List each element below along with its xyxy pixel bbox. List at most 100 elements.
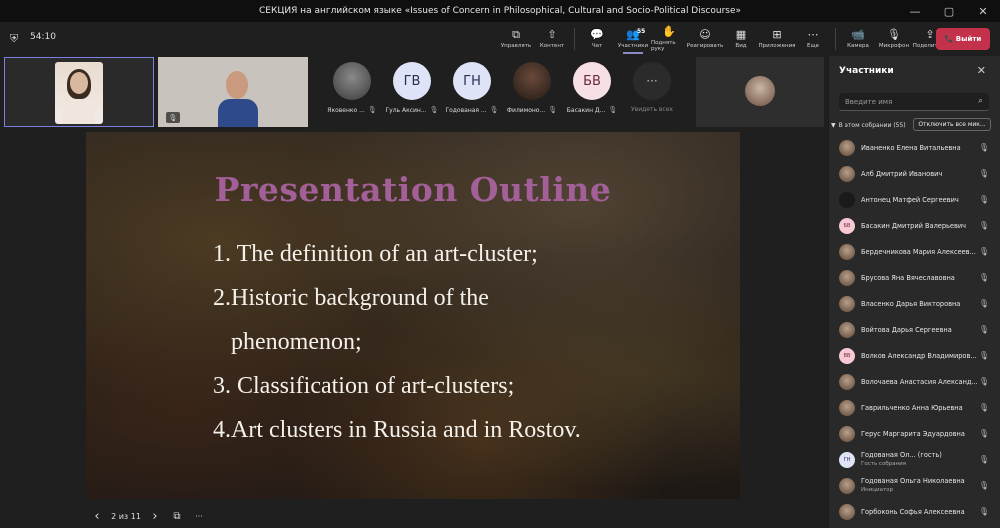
participant-name: Годованая Ольга Николаевна: [861, 477, 965, 485]
manage-label: Управлять: [500, 43, 532, 49]
participant-item[interactable]: Алб Дмитрий Иванович 🎙: [829, 161, 1000, 187]
mute-all-button[interactable]: Отключить все мик...: [913, 118, 991, 131]
participant-item[interactable]: Антонец Матфей Сергеевич 🎙: [829, 187, 1000, 213]
view-button[interactable]: ▦ Вид: [723, 22, 759, 56]
previous-slide-button[interactable]: ‹: [86, 509, 108, 524]
apps-label: Приложения: [758, 43, 796, 49]
mic-off-icon: 🎙: [978, 325, 989, 334]
participant-item[interactable]: ГН Годованая Ол... (гость) Гость собрания 🎙: [829, 447, 1000, 473]
participant-item[interactable]: Войтова Дарья Сергеевна 🎙: [829, 317, 1000, 343]
participants-label: Участники: [617, 43, 649, 49]
participant-item[interactable]: ВВ Волков Александр Владимиров... 🎙: [829, 343, 1000, 369]
participants-list: Иваненко Елена Витальевна 🎙 Алб Дмитрий И…: [829, 135, 1000, 525]
content-icon: ⇧: [547, 28, 557, 41]
leave-label: Выйти: [955, 35, 982, 43]
toolbar-divider: [835, 28, 836, 50]
participant-item[interactable]: БВ Басакин Дмитрий Валерьевич 🎙: [829, 213, 1000, 239]
participants-panel: Участники ✕ Введите имя ⌕ ▼ В этом собра…: [828, 56, 1000, 528]
maximize-button[interactable]: ▢: [932, 0, 966, 22]
mic-off-icon: 🎙: [978, 247, 989, 256]
apps-icon: ⊞: [772, 28, 782, 41]
manage-icon: ⧉: [512, 28, 520, 41]
participant-search-input[interactable]: Введите имя ⌕: [839, 93, 989, 111]
avatar-tile[interactable]: Филимоно... 🎙: [502, 62, 562, 114]
mic-off-icon: 🎙: [548, 106, 558, 114]
avatar-tile[interactable]: БВ Басакин Д... 🎙: [562, 62, 622, 114]
slide-bullet-list: 1. The definition of an art-cluster; 2.H…: [213, 232, 581, 452]
mic-off-icon: 🎙: [978, 143, 989, 152]
view-label: Вид: [735, 43, 747, 49]
video-tile-self[interactable]: [4, 57, 154, 127]
close-window-button[interactable]: ✕: [966, 0, 1000, 22]
participant-item[interactable]: Власенко Дарья Викторовна 🎙: [829, 291, 1000, 317]
avatar-name: Яковенко ...: [327, 106, 365, 114]
participant-role: Инициатор: [861, 487, 894, 493]
avatar: [839, 426, 855, 442]
microphone-button[interactable]: 🎙 Микрофон: [876, 22, 912, 56]
react-label: Реагировать: [686, 43, 724, 49]
participant-item[interactable]: Волочаева Анастасия Александ... 🎙: [829, 369, 1000, 395]
participant-avatar-row: Яковенко ... 🎙 ГВ Гуль Аксин... 🎙 ГН Годов…: [322, 62, 682, 114]
grid-view-icon[interactable]: ⧉: [166, 511, 188, 522]
participants-button[interactable]: 👥 55 Участники: [615, 22, 651, 56]
video-tile-speaker[interactable]: 🎙: [158, 57, 308, 127]
mic-off-icon: 🎙: [978, 377, 989, 386]
more-icon: ···: [633, 62, 671, 100]
mic-off-icon: 🎙: [367, 106, 377, 114]
participant-item[interactable]: Брусова Яна Вячеславовна 🎙: [829, 265, 1000, 291]
hand-icon: ✋: [662, 25, 676, 38]
react-button[interactable]: ☺ Реагировать: [687, 22, 723, 56]
participant-item[interactable]: Герус Маргарита Эдуардовна 🎙: [829, 421, 1000, 447]
raise-hand-button[interactable]: ✋ Поднять руку: [651, 22, 687, 56]
participant-item[interactable]: Иваненко Елена Витальевна 🎙: [829, 135, 1000, 161]
window-titlebar: СЕКЦИЯ на английском языке «Issues of Co…: [0, 0, 1000, 22]
close-icon[interactable]: ✕: [977, 64, 986, 77]
content-button[interactable]: ⇧ Контент: [534, 22, 570, 56]
panel-title: Участники: [839, 66, 894, 76]
avatar-tile[interactable]: Яковенко ... 🎙: [322, 62, 382, 114]
meeting-toolbar: ⛨ 54:10 ⧉ Управлять ⇧ Контент 💬 Чат 👥 55 Учас…: [0, 22, 1000, 56]
manage-button[interactable]: ⧉ Управлять: [498, 22, 534, 56]
more-options-button[interactable]: ···: [188, 512, 210, 521]
participant-item[interactable]: Горбоконь Софья Алексеевна 🎙: [829, 499, 1000, 525]
next-slide-button[interactable]: ›: [144, 509, 166, 524]
avatar: ГН: [839, 452, 855, 468]
avatar: [839, 166, 855, 182]
avatar: ГН: [453, 62, 491, 100]
avatar-tile[interactable]: ГН Годованая ... 🎙: [442, 62, 502, 114]
avatar: [839, 504, 855, 520]
more-button[interactable]: ⋯ Еще: [795, 22, 831, 56]
participant-video: [55, 62, 103, 124]
slide-position: 2 из 11: [111, 511, 141, 521]
chat-button[interactable]: 💬 Чат: [579, 22, 615, 56]
leave-button[interactable]: 📞 Выйти: [936, 28, 990, 50]
meeting-timer: 54:10: [30, 32, 56, 42]
participant-name: Алб Дмитрий Иванович: [861, 170, 943, 178]
avatar: БВ: [839, 218, 855, 234]
participant-item[interactable]: Бердечникова Мария Алексеев... 🎙: [829, 239, 1000, 265]
slide-bullet: phenomenon;: [231, 329, 362, 355]
video-tile-participant[interactable]: [696, 57, 824, 127]
camera-icon: 📹: [851, 28, 865, 41]
avatar: [839, 400, 855, 416]
avatar: ГВ: [393, 62, 431, 100]
participant-name: Войтова Дарья Сергеевна: [861, 326, 952, 334]
camera-label: Камера: [847, 43, 869, 49]
camera-button[interactable]: 📹 Камера: [840, 22, 876, 56]
shield-icon[interactable]: ⛨: [10, 32, 18, 46]
group-label: В этом собрании (55): [838, 121, 906, 129]
avatar: ВВ: [839, 348, 855, 364]
apps-button[interactable]: ⊞ Приложения: [758, 22, 796, 56]
minimize-button[interactable]: —: [898, 0, 932, 22]
participants-group-header[interactable]: ▼ В этом собрании (55) Отключить все мик…: [831, 118, 999, 132]
participant-item[interactable]: Годованая Ольга Николаевна Инициатор 🎙: [829, 473, 1000, 499]
participant-item[interactable]: Гаврильченко Анна Юрьевна 🎙: [829, 395, 1000, 421]
participant-role: Гость собрания: [861, 461, 907, 467]
avatar-caption: Годованая ... 🎙: [445, 106, 498, 114]
microphone-icon: 🎙: [887, 28, 901, 41]
see-all-button[interactable]: ··· Увидеть всех: [622, 62, 682, 114]
avatar-tile[interactable]: ГВ Гуль Аксин... 🎙: [382, 62, 442, 114]
participant-name-block: Годованая Ол... (гость) Гость собрания: [861, 451, 979, 469]
chat-icon: 💬: [590, 28, 604, 41]
mic-off-icon: 🎙: [166, 112, 180, 123]
